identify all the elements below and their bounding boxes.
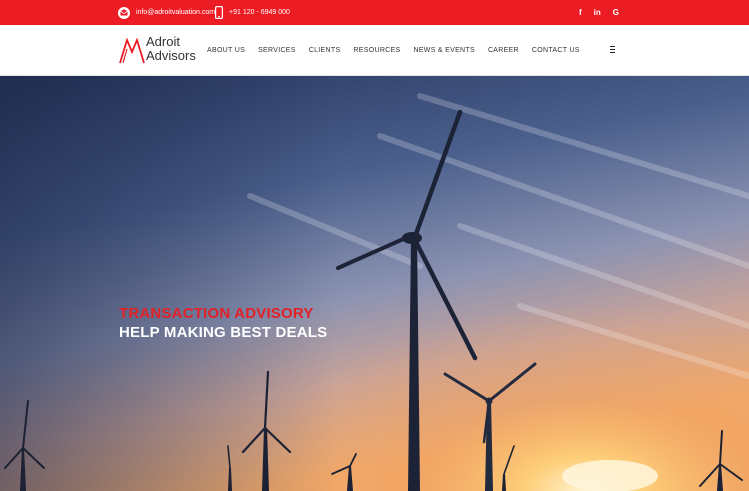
hero-title-line1: TRANSACTION ADVISORY [119,305,314,322]
hero-headline: TRANSACTION ADVISORY HELP MAKING BEST DE… [119,304,327,342]
nav-menu: ABOUT US SERVICES CLIENTS RESOURCES NEWS… [207,25,593,75]
top-contact-bar: info@adroitvaluation.com +91 120 - 6949 … [0,0,749,25]
nav-item-services[interactable]: SERVICES [258,47,296,54]
nav-item-news-events[interactable]: NEWS & EVENTS [413,47,474,54]
social-links: f in G [579,0,619,25]
mobile-phone-icon [215,6,223,19]
brand-name-line2: Advisors [146,48,196,63]
nav-item-clients[interactable]: CLIENTS [309,47,341,54]
nav-item-contact-us[interactable]: CONTACT US [532,47,580,54]
facebook-icon[interactable]: f [579,8,582,17]
phone-number[interactable]: +91 120 - 6949 000 [229,9,290,16]
brand-name: Adroit Advisors [146,35,196,63]
phone-contact[interactable]: +91 120 - 6949 000 [215,0,290,25]
email-address[interactable]: info@adroitvaluation.com [136,9,215,16]
hero-title-line2: HELP MAKING BEST DEALS [119,324,328,341]
google-icon[interactable]: G [613,8,619,17]
wind-turbines-background-image [0,76,749,491]
nav-item-resources[interactable]: RESOURCES [353,47,400,54]
nav-item-career[interactable]: CAREER [488,47,519,54]
hamburger-icon[interactable] [610,44,618,54]
hero-banner: TRANSACTION ADVISORY HELP MAKING BEST DE… [0,76,749,491]
brand-name-line1: Adroit [146,34,180,49]
envelope-icon [118,6,130,19]
main-navigation: Adroit Advisors ABOUT US SERVICES CLIENT… [0,25,749,76]
email-contact[interactable]: info@adroitvaluation.com [118,0,215,25]
nav-item-about-us[interactable]: ABOUT US [207,47,245,54]
adroit-logo-mark-icon [119,38,145,64]
linkedin-icon[interactable]: in [594,8,601,17]
brand-logo[interactable]: Adroit Advisors [119,35,199,67]
